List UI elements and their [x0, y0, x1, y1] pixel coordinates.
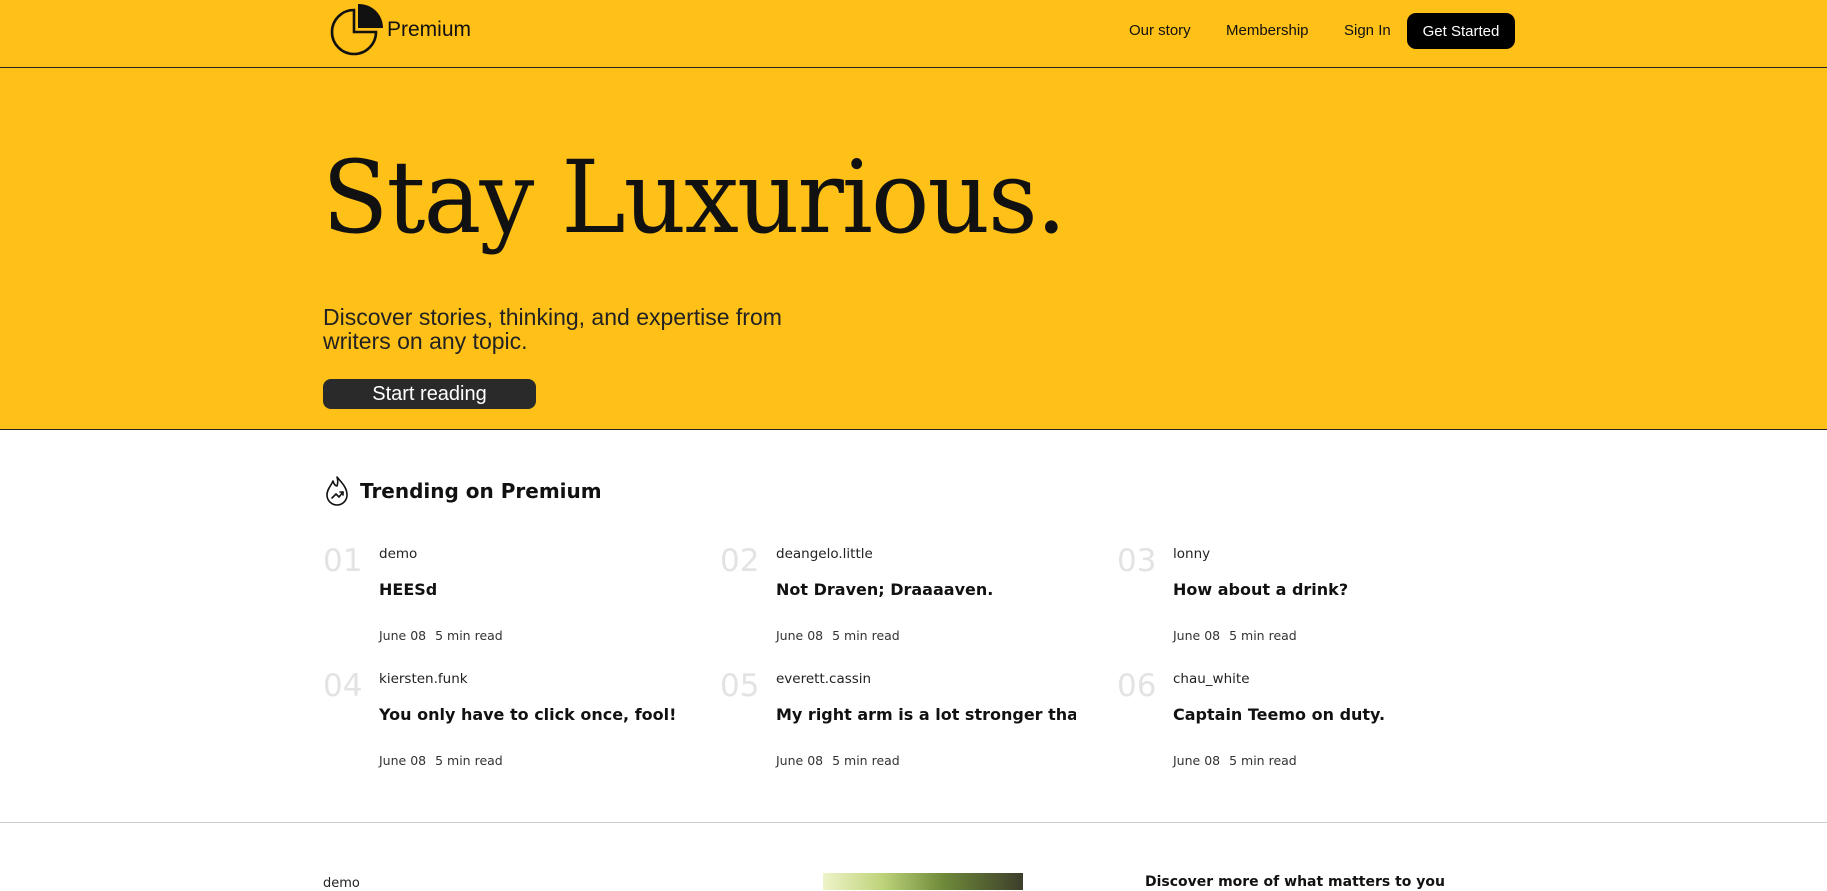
trending-meta: June 08 5 min read: [379, 753, 503, 768]
trending-author[interactable]: everett.cassin: [776, 671, 871, 687]
trending-title-link[interactable]: Not Draven; Draaaaven.: [776, 580, 1076, 599]
feed-thumbnail-image[interactable]: [823, 873, 1023, 890]
hero-subtitle: Discover stories, thinking, and expertis…: [323, 304, 782, 354]
trending-number: 01: [323, 543, 363, 579]
hero-section: Stay Luxurious. Discover stories, thinki…: [0, 68, 1827, 430]
trending-item[interactable]: 03 lonny How about a drink? June 08 5 min…: [1117, 546, 1507, 656]
trending-item[interactable]: 02 deangelo.little Not Draven; Draaaaven…: [720, 546, 1110, 656]
trending-title-link[interactable]: HEESd: [379, 580, 679, 599]
nav-membership[interactable]: Membership: [1226, 22, 1309, 39]
trending-date: June 08: [776, 628, 824, 643]
trending-read-time: 5 min read: [1229, 628, 1297, 643]
trending-date: June 08: [379, 753, 427, 768]
trending-read-time: 5 min read: [435, 628, 503, 643]
nav-sign-in[interactable]: Sign In: [1344, 22, 1391, 39]
trending-author[interactable]: demo: [379, 546, 417, 562]
trending-number: 02: [720, 543, 760, 579]
trending-item[interactable]: 06 chau_white Captain Teemo on duty. Jun…: [1117, 671, 1507, 781]
trending-meta: June 08 5 min read: [379, 628, 503, 643]
trending-number: 06: [1117, 668, 1157, 704]
start-reading-button[interactable]: Start reading: [323, 379, 536, 409]
pie-chart-logo-icon[interactable]: [327, 2, 385, 60]
trending-read-time: 5 min read: [1229, 753, 1297, 768]
trending-read-time: 5 min read: [832, 753, 900, 768]
trending-flame-icon: [326, 476, 348, 506]
section-divider: [0, 822, 1827, 823]
trending-date: June 08: [379, 628, 427, 643]
nav-our-story[interactable]: Our story: [1129, 22, 1191, 39]
trending-number: 05: [720, 668, 760, 704]
trending-title-link[interactable]: You only have to click once, fool!: [379, 705, 679, 724]
trending-item[interactable]: 01 demo HEESd June 08 5 min read: [323, 546, 713, 656]
trending-title-link[interactable]: How about a drink?: [1173, 580, 1473, 599]
trending-read-time: 5 min read: [435, 753, 503, 768]
trending-item[interactable]: 05 everett.cassin My right arm is a lot …: [720, 671, 1110, 781]
brand-name[interactable]: Premium: [387, 18, 471, 42]
feed-author[interactable]: demo: [323, 877, 360, 890]
trending-date: June 08: [776, 753, 824, 768]
trending-author[interactable]: kiersten.funk: [379, 671, 468, 687]
trending-item[interactable]: 04 kiersten.funk You only have to click …: [323, 671, 713, 781]
site-header: Premium Our story Membership Sign In Get…: [0, 0, 1827, 68]
trending-number: 04: [323, 668, 363, 704]
trending-date: June 08: [1173, 628, 1221, 643]
trending-meta: June 08 5 min read: [1173, 628, 1297, 643]
discover-heading: Discover more of what matters to you: [1145, 874, 1445, 890]
trending-author[interactable]: chau_white: [1173, 671, 1250, 687]
trending-meta: June 08 5 min read: [1173, 753, 1297, 768]
trending-author[interactable]: deangelo.little: [776, 546, 873, 562]
trending-title-link[interactable]: Captain Teemo on duty.: [1173, 705, 1473, 724]
trending-title-link[interactable]: My right arm is a lot stronger than my l…: [776, 705, 1076, 724]
get-started-button[interactable]: Get Started: [1407, 13, 1515, 49]
trending-title: Trending on Premium: [360, 479, 602, 503]
trending-author[interactable]: lonny: [1173, 546, 1210, 562]
trending-header: Trending on Premium: [323, 474, 602, 508]
trending-read-time: 5 min read: [832, 628, 900, 643]
hero-title: Stay Luxurious.: [322, 139, 1067, 256]
trending-date: June 08: [1173, 753, 1221, 768]
trending-meta: June 08 5 min read: [776, 628, 900, 643]
trending-number: 03: [1117, 543, 1157, 579]
trending-meta: June 08 5 min read: [776, 753, 900, 768]
